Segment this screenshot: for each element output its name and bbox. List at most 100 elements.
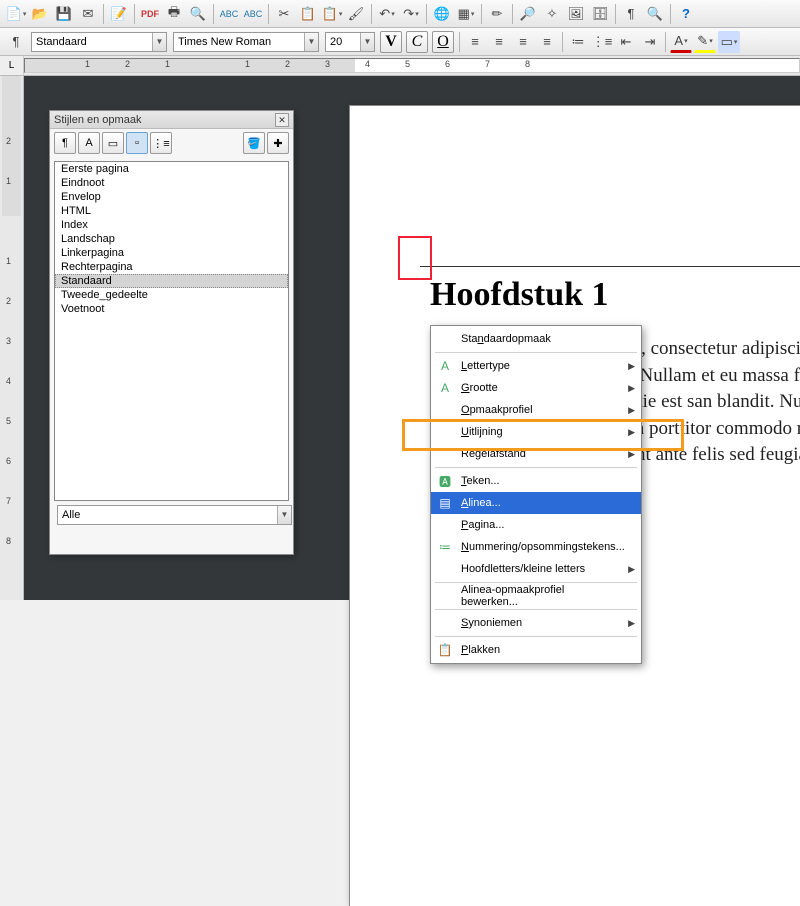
help-button[interactable]: ?	[675, 3, 697, 25]
format-paintbrush-button[interactable]: 🖌	[345, 3, 367, 25]
heading-1[interactable]: Hoofdstuk 1	[430, 276, 800, 314]
new-style-button[interactable]: ✚	[267, 132, 289, 154]
edit-mode-button[interactable]: 📝	[108, 3, 130, 25]
font-name-combo[interactable]: ▼	[173, 32, 319, 52]
indent-decrease-button[interactable]: ⇤	[615, 31, 637, 53]
print-button[interactable]: 🖶	[163, 3, 185, 25]
menu-item[interactable]: Alinea-opmaakprofiel bewerken...	[431, 585, 641, 607]
style-item[interactable]: Eerste pagina	[55, 162, 288, 176]
hyperlink-button[interactable]: 🌐	[431, 3, 453, 25]
align-justify-button[interactable]: ≡	[536, 31, 558, 53]
page-styles-button[interactable]: ▫	[126, 132, 148, 154]
menu-item[interactable]: Hoofdletters/kleine letters▶	[431, 558, 641, 580]
gallery-button[interactable]: 🖼	[565, 3, 587, 25]
numbering-button[interactable]: ≔	[567, 31, 589, 53]
bullets-button[interactable]: ⋮≡	[591, 31, 613, 53]
print-preview-button[interactable]: 🔍	[187, 3, 209, 25]
style-item[interactable]: Linkerpagina	[55, 246, 288, 260]
annotation-orange-box	[402, 419, 684, 451]
menu-item-label: Opmaakprofiel	[461, 404, 533, 416]
context-menu[interactable]: StandaardopmaakALettertype▶AGrootte▶Opma…	[430, 325, 642, 664]
nonprinting-chars-button[interactable]: ¶	[620, 3, 642, 25]
style-item[interactable]: Envelop	[55, 190, 288, 204]
menu-item[interactable]: Synoniemen▶	[431, 612, 641, 634]
paste-button[interactable]: 📋	[321, 3, 343, 25]
new-doc-button[interactable]: 📄	[5, 3, 27, 25]
filter-combo[interactable]: ▼	[57, 505, 292, 525]
A-icon: A	[437, 359, 453, 373]
menu-item[interactable]: ▤Alinea...	[431, 492, 641, 514]
show-draw-button[interactable]: ✏	[486, 3, 508, 25]
zoom-button[interactable]: 🔍	[644, 3, 666, 25]
menu-item[interactable]: 🅰Teken...	[431, 470, 641, 492]
find-button[interactable]: 🔎	[517, 3, 539, 25]
export-pdf-button[interactable]: PDF	[139, 3, 161, 25]
paragraph-style-combo[interactable]: ▼	[31, 32, 167, 52]
font-size-input[interactable]	[326, 33, 360, 51]
menu-item[interactable]: ≔Nummering/opsommingstekens...	[431, 536, 641, 558]
data-sources-button[interactable]: 🗄	[589, 3, 611, 25]
filter-input[interactable]	[58, 506, 277, 524]
open-button[interactable]: 📂	[29, 3, 51, 25]
style-item[interactable]: Voetnoot	[55, 302, 288, 316]
bgcolor-button[interactable]: ▭	[718, 31, 740, 53]
ali-icon: ▤	[437, 496, 453, 510]
list-styles-button[interactable]: ⋮≡	[150, 132, 172, 154]
navigator-button[interactable]: ✧	[541, 3, 563, 25]
style-item[interactable]: HTML	[55, 204, 288, 218]
menu-item[interactable]: ALettertype▶	[431, 355, 641, 377]
close-icon[interactable]: ✕	[275, 113, 289, 127]
dropdown-icon[interactable]: ▼	[277, 506, 291, 524]
styles-formatting-panel[interactable]: Stijlen en opmaak ✕ ¶ A ▭ ▫ ⋮≡ 🪣 ✚ Eerst…	[49, 110, 294, 555]
menu-item[interactable]: Pagina...	[431, 514, 641, 536]
underline-button[interactable]: O	[432, 31, 454, 53]
menu-item[interactable]: 📋Plakken	[431, 639, 641, 661]
dropdown-icon[interactable]: ▼	[360, 33, 374, 51]
annotation-red-box	[398, 236, 432, 280]
style-item[interactable]: Tweede_gedeelte	[55, 288, 288, 302]
style-item[interactable]: Standaard	[55, 274, 288, 288]
ruler-corner: L	[0, 56, 24, 75]
menu-item[interactable]: AGrootte▶	[431, 377, 641, 399]
copy-button[interactable]: 📋	[297, 3, 319, 25]
menu-item-label: Synoniemen	[461, 617, 522, 629]
font-color-button[interactable]: A	[670, 31, 692, 53]
align-right-button[interactable]: ≡	[512, 31, 534, 53]
dropdown-icon[interactable]: ▼	[304, 33, 318, 51]
auto-spellcheck-button[interactable]: ABC	[242, 3, 264, 25]
styles-list[interactable]: Eerste paginaEindnootEnvelopHTMLIndexLan…	[54, 161, 289, 501]
redo-button[interactable]: ↷	[400, 3, 422, 25]
highlight-button[interactable]: ✎	[694, 31, 716, 53]
frame-styles-button[interactable]: ▭	[102, 132, 124, 154]
fill-format-button[interactable]: 🪣	[243, 132, 265, 154]
cut-button[interactable]: ✂	[273, 3, 295, 25]
align-left-button[interactable]: ≡	[464, 31, 486, 53]
menu-item-label: Teken...	[461, 475, 500, 487]
email-button[interactable]: ✉	[77, 3, 99, 25]
table-button[interactable]: ▦	[455, 3, 477, 25]
paragraph-style-input[interactable]	[32, 33, 152, 51]
style-item[interactable]: Landschap	[55, 232, 288, 246]
style-item[interactable]: Index	[55, 218, 288, 232]
spellcheck-button[interactable]: ABC	[218, 3, 240, 25]
style-item[interactable]: Eindnoot	[55, 176, 288, 190]
horizontal-ruler[interactable]: 12112345678	[24, 58, 800, 73]
panel-titlebar[interactable]: Stijlen en opmaak ✕	[50, 111, 293, 129]
dropdown-icon[interactable]: ▼	[152, 33, 166, 51]
styles-window-button[interactable]: ¶	[5, 31, 27, 53]
undo-button[interactable]: ↶	[376, 3, 398, 25]
bold-button[interactable]: V	[380, 31, 402, 53]
indent-increase-button[interactable]: ⇥	[639, 31, 661, 53]
menu-item[interactable]: Standaardopmaak	[431, 328, 641, 350]
italic-button[interactable]: C	[406, 31, 428, 53]
character-styles-button[interactable]: A	[78, 132, 100, 154]
paragraph-styles-button[interactable]: ¶	[54, 132, 76, 154]
font-size-combo[interactable]: ▼	[325, 32, 375, 52]
align-center-button[interactable]: ≡	[488, 31, 510, 53]
style-item[interactable]: Rechterpagina	[55, 260, 288, 274]
vertical-ruler[interactable]: 2 1 1 2 3 4 5 6 7 8	[0, 76, 24, 600]
save-button[interactable]: 💾	[53, 3, 75, 25]
menu-separator	[435, 636, 637, 637]
menu-item[interactable]: Opmaakprofiel▶	[431, 399, 641, 421]
font-name-input[interactable]	[174, 33, 304, 51]
